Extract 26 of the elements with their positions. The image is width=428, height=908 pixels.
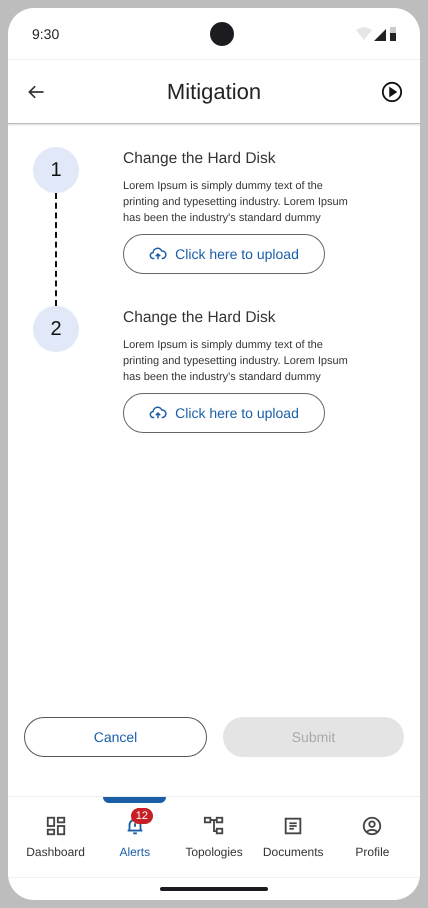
step-title: Change the Hard Disk [123, 150, 276, 168]
status-icons [356, 26, 398, 42]
hierarchy-icon [203, 815, 225, 837]
page-title: Mitigation [166, 78, 262, 104]
step-title: Change the Hard Disk [123, 309, 276, 327]
nav-tab[interactable]: Topologies [174, 797, 254, 877]
play-icon [381, 80, 403, 102]
status-time: 9:30 [32, 26, 60, 42]
nav-tab[interactable]: Profile [332, 797, 412, 877]
step-description: Lorem Ipsum is simply dummy text of the printing and typesetting industry. Lorem Ipsum has been the industry's standard dummy [123, 338, 349, 385]
count-badge: 12 [130, 808, 154, 824]
nav-tab[interactable]: Documents [254, 797, 333, 877]
cancel-button[interactable]: Cancel [24, 717, 207, 757]
upload-button[interactable]: Click here to upload [123, 234, 325, 274]
nav-tab[interactable]: 12 Alerts [95, 797, 174, 877]
dashboard-icon [44, 815, 67, 837]
step-number: 1 [33, 147, 79, 193]
profile-icon [361, 815, 384, 837]
upload-button[interactable]: Click here to upload [123, 393, 325, 433]
active-indicator [103, 797, 166, 803]
step-number: 2 [33, 306, 79, 352]
step-description: Lorem Ipsum is simply dummy text of the printing and typesetting industry. Lorem Ipsum has been the industry's standard dummy [123, 179, 349, 226]
nav-tab[interactable]: Dashboard [16, 797, 96, 877]
camera-cutout [210, 22, 234, 46]
play-button[interactable] [380, 80, 404, 104]
document-icon [282, 815, 304, 837]
